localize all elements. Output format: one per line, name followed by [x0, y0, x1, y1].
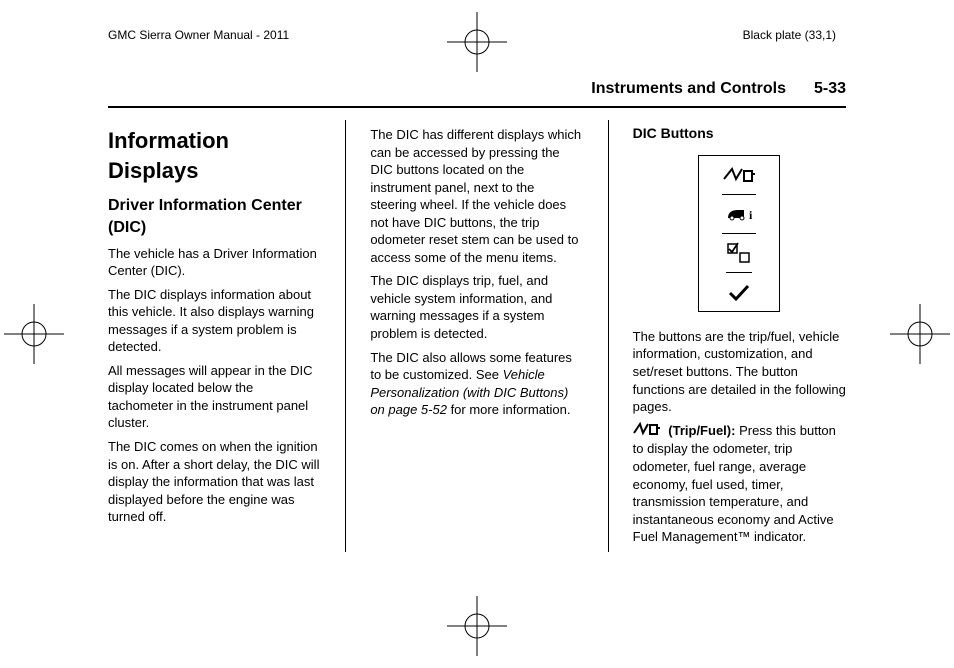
heading-dic-buttons: DIC Buttons: [633, 124, 846, 143]
crop-mark-top: [447, 12, 507, 72]
page-content: Instruments and Controls 5-33 Informatio…: [108, 80, 846, 588]
button-trip-fuel-icon: [722, 156, 756, 195]
running-head-section: Instruments and Controls: [591, 80, 786, 98]
header-rule: [108, 106, 846, 108]
text-run: for more information.: [447, 402, 571, 417]
column-1: Information Displays Driver Information …: [108, 120, 321, 552]
crop-mark-bottom: [447, 596, 507, 656]
paragraph: The DIC displays trip, fuel, and vehicle…: [370, 272, 583, 342]
button-set-reset-icon: [727, 273, 751, 311]
paragraph: The DIC displays information about this …: [108, 286, 321, 356]
paragraph: The DIC also allows some features to be …: [370, 349, 583, 419]
paragraph: All messages will appear in the DIC disp…: [108, 362, 321, 432]
trip-fuel-inline-icon: [633, 422, 661, 441]
trip-fuel-label: (Trip/Fuel):: [668, 423, 735, 438]
heading-dic: Driver Information Center (DIC): [108, 195, 321, 238]
print-header-right: Black plate (33,1): [743, 28, 836, 42]
paragraph: The DIC has different displays which can…: [370, 126, 583, 266]
paragraph: The vehicle has a Driver Information Cen…: [108, 245, 321, 280]
crop-mark-left: [4, 304, 64, 364]
button-customization-icon: [726, 234, 752, 273]
paragraph: The buttons are the trip/fuel, vehicle i…: [633, 328, 846, 416]
dic-buttons-figure: i: [698, 155, 780, 312]
crop-mark-right: [890, 304, 950, 364]
heading-information-displays: Information Displays: [108, 126, 321, 185]
print-header-left: GMC Sierra Owner Manual - 2011: [108, 28, 289, 42]
column-divider: [345, 120, 346, 552]
column-2: The DIC has different displays which can…: [370, 120, 583, 552]
paragraph-trip-fuel: (Trip/Fuel): Press this button to displa…: [633, 422, 846, 546]
button-vehicle-info-icon: i: [722, 195, 756, 234]
running-head-pageno: 5-33: [814, 80, 846, 98]
column-divider: [608, 120, 609, 552]
svg-text:i: i: [749, 208, 753, 222]
paragraph: The DIC comes on when the ignition is on…: [108, 438, 321, 526]
column-3: DIC Buttons i The buttons are the: [633, 120, 846, 552]
trip-fuel-body: Press this button to display the odomete…: [633, 423, 836, 545]
